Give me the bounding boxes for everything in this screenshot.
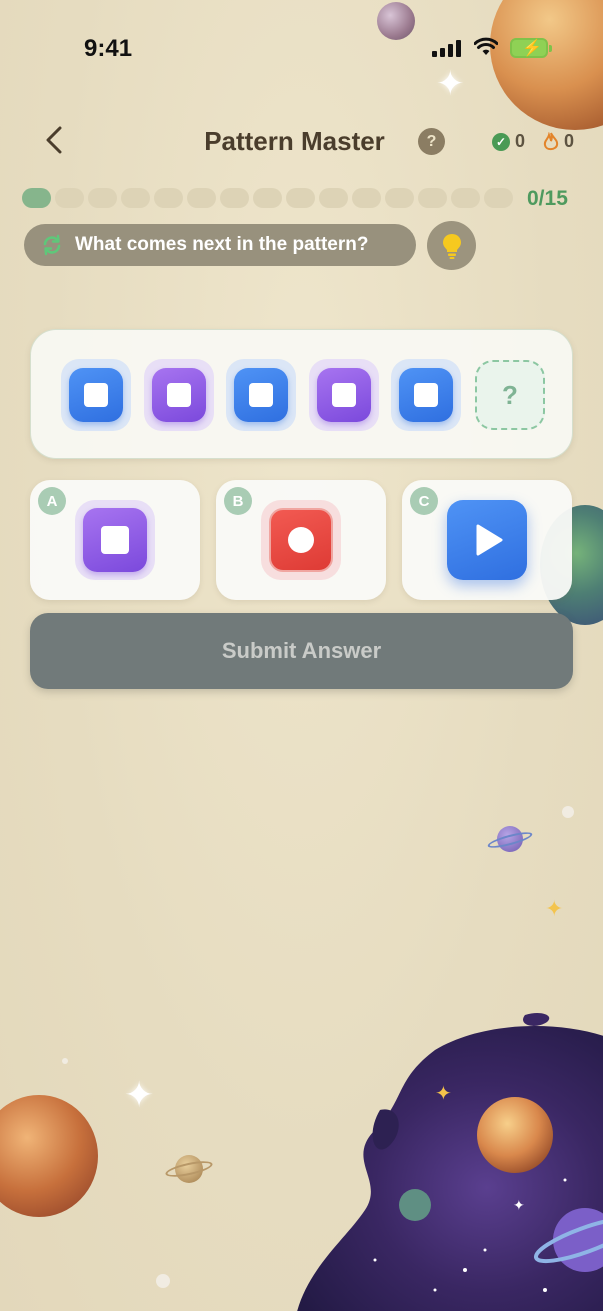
progress-segment (319, 188, 348, 208)
back-button[interactable] (36, 120, 76, 160)
galaxy-decoration: ✦ ✦ (297, 1012, 603, 1311)
progress-segment (220, 188, 249, 208)
circle-icon (288, 527, 314, 553)
pattern-item-blue-square (391, 359, 461, 431)
play-icon (447, 500, 527, 580)
streak-counter: 0 (543, 131, 574, 152)
progress-segment (451, 188, 480, 208)
svg-text:✦: ✦ (435, 1083, 452, 1105)
pattern-item-blue-square (61, 359, 131, 431)
wifi-icon (474, 37, 498, 55)
chevron-left-icon (46, 126, 62, 154)
progress-segment (187, 188, 216, 208)
correct-counter: ✓ 0 (492, 131, 525, 152)
cellular-signal-icon (432, 40, 461, 57)
progress-segment (286, 188, 315, 208)
status-time: 9:41 (84, 35, 133, 62)
progress-segment (55, 188, 84, 208)
progress-segment (22, 188, 51, 208)
lightbulb-icon (442, 233, 461, 259)
progress-segment (121, 188, 150, 208)
sparkle-icon: ✦ (124, 1074, 155, 1115)
sparkle-icon: ✦ (545, 896, 564, 921)
square-icon (249, 383, 273, 407)
question-text: What comes next in the pattern? (75, 234, 369, 255)
correct-count: 0 (515, 131, 526, 151)
refresh-icon (40, 233, 64, 257)
pattern-item-purple-square (144, 359, 214, 431)
question-pill: What comes next in the pattern? (24, 224, 416, 266)
star-dot (562, 806, 574, 818)
square-icon (101, 526, 129, 554)
option-letter: A (38, 487, 66, 515)
check-circle-icon: ✓ (492, 132, 510, 151)
status-bar: 9:41 ⚡ (0, 0, 603, 90)
progress-segment (253, 188, 282, 208)
option-b[interactable]: B (216, 480, 386, 600)
progress-segment (484, 188, 513, 208)
option-letter: B (224, 487, 252, 515)
progress-bar (22, 188, 513, 208)
pattern-item-purple-square (309, 359, 379, 431)
svg-text:✦: ✦ (513, 1197, 525, 1213)
hint-button[interactable] (427, 221, 476, 270)
option-c[interactable]: C (402, 480, 572, 600)
option-letter: C (410, 487, 438, 515)
star-dot (156, 1274, 170, 1288)
star-dot (62, 1058, 68, 1064)
square-icon (167, 383, 191, 407)
question-mark-icon: ? (426, 132, 437, 150)
submit-answer-button[interactable]: Submit Answer (30, 613, 573, 689)
pattern-sequence-card: ? (30, 329, 573, 459)
pattern-item-blue-square (226, 359, 296, 431)
progress-segment (88, 188, 117, 208)
option-a[interactable]: A (30, 480, 200, 600)
progress-segment (385, 188, 414, 208)
square-icon (414, 383, 438, 407)
progress-segment (154, 188, 183, 208)
square-icon (84, 383, 108, 407)
help-button[interactable]: ? (418, 128, 445, 155)
planet-decoration (0, 1095, 98, 1217)
flame-icon (543, 131, 559, 150)
battery-icon: ⚡ (510, 38, 552, 58)
progress-text: 0/15 (527, 187, 568, 210)
streak-count: 0 (564, 131, 575, 151)
square-icon (332, 383, 356, 407)
progress-segment (352, 188, 381, 208)
pattern-unknown-slot: ? (475, 360, 545, 430)
progress-segment (418, 188, 447, 208)
